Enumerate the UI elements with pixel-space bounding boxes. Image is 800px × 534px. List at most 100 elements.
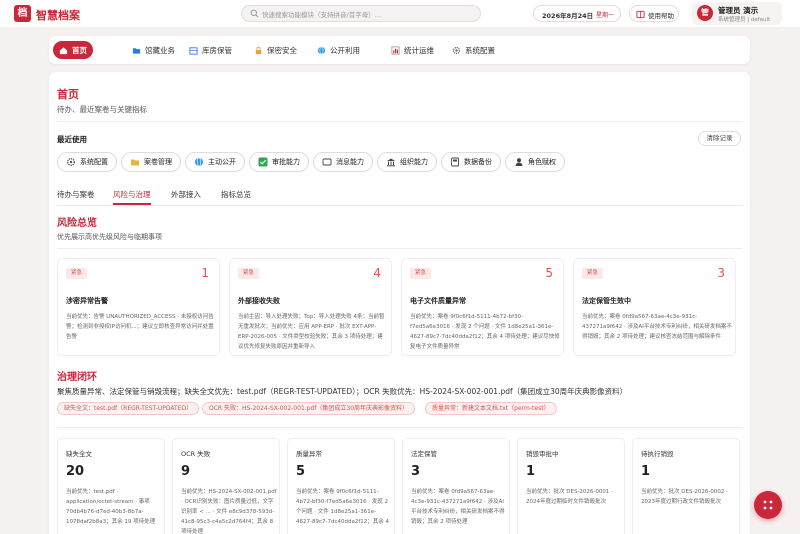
user-role: 系统管理员 | default [718,17,771,23]
page-subtitle: 待办、最近案卷与关键指标 [57,105,147,114]
shortcut-label: 案卷管理 [144,158,172,166]
tab-metrics[interactable]: 指标总览 [221,189,251,200]
shortcut-label: 主动公开 [208,158,236,166]
divider [57,121,742,122]
nav-item-warehouse[interactable]: 库房保管 [183,41,238,59]
nav-label: 保密安全 [267,45,297,55]
clear-history-button[interactable]: 清除记录 [698,131,741,146]
stat-desc: 当前优先：批次 DES-2026-0002 · 2023年度过期行政文件销毁批次 [641,489,728,505]
risk-subtitle: 优先展示高优先级风险与临期事项 [57,233,162,241]
shortcut-message[interactable]: 消息能力 [313,152,373,172]
nav-label: 统计运维 [404,45,434,55]
main-nav: 首页 馆藏业务 库房保管 保密安全 公开利用 统计运维 系统配置 [49,36,750,64]
risk-card-title: 电子文件质量异常 [410,297,466,305]
warehouse-icon [189,46,198,55]
stat-value: 20 [66,464,85,479]
backup-icon [451,157,459,167]
gear-icon [67,158,75,166]
chart-icon [391,46,400,54]
issue-tag[interactable]: 缺失全文：test.pdf（REGR-TEST-UPDATED） [57,402,200,415]
shortcut-org[interactable]: 组织能力 [377,152,437,172]
logo-icon: 档 [14,5,31,22]
risk-card[interactable]: 紧急 4 外部接收失败 当前主因：导入处理失败；Top：导入处理失败 4条；当前… [229,258,392,356]
shortcut-label: 角色赋权 [528,158,556,166]
stat-card[interactable]: 待执行销毁 1 当前优先：批次 DES-2026-0002 · 2023年度过期… [632,438,740,534]
risk-count: 3 [717,266,725,280]
stat-card[interactable]: 缺失全文 20 当前优先：test.pdf · application/octe… [57,438,165,534]
nav-item-stats[interactable]: 统计运维 [385,41,440,59]
shortcut-public[interactable]: 主动公开 [185,152,245,172]
stat-value: 5 [296,464,306,479]
tab-todo[interactable]: 待办与案卷 [57,189,95,200]
shortcut-file-mgmt[interactable]: 案卷管理 [121,152,181,172]
shortcut-approval[interactable]: 审批能力 [249,152,309,172]
stat-card[interactable]: 法定保管 3 当前优先：案卷 0fd9a567-63ae-4c3e-931c-4… [402,438,510,534]
stat-desc: 当前优先：HS-2024-SX-002-001.pdf · OCR识别失败：图片… [181,489,277,534]
stat-desc: 当前优先：批次 DES-2026-0001 · 2024年度过期临时文件销毁批次 [526,489,613,505]
divider [57,205,742,206]
divider [57,248,742,249]
nav-item-security[interactable]: 保密安全 [248,41,303,59]
help-label: 使用帮助 [648,12,674,20]
stat-desc: 当前优先：案卷 9f0c6f1d-5111-4b72-bf30-f7ed5a6e… [296,489,390,525]
date-display: 2026年8月24日 星期一 [533,5,621,22]
nav-item-settings[interactable]: 系统配置 [446,41,501,59]
shortcut-label: 组织能力 [400,158,428,166]
help-button[interactable]: 使用帮助 [629,5,679,22]
risk-card-desc: 当前主因：导入处理失败；Top：导入处理失败 4条；当前暂无重发批次；当前优先：… [238,314,385,350]
shortcut-backup[interactable]: 数据备份 [441,152,501,172]
stat-card[interactable]: OCR 失败 9 当前优先：HS-2024-SX-002-001.pdf · O… [172,438,280,534]
risk-card-title: 法定保管生效中 [582,297,631,305]
tab-risk[interactable]: 风险与治理 [113,189,151,200]
stat-desc: 当前优先：test.pdf · application/octet-stream… [66,489,156,525]
tab-external[interactable]: 外部接入 [171,189,201,200]
risk-card-desc: 当前优先：告警 UNAUTHORIZED_ACCESS · 未授权访问告警；检测… [66,314,214,340]
gear-icon [452,46,461,54]
shortcut-system-config[interactable]: 系统配置 [57,152,117,172]
user-menu[interactable]: 管 管理员 演示 系统管理员 | default [692,2,782,25]
stat-value: 9 [181,464,191,479]
shortcut-label: 数据备份 [464,158,492,166]
risk-card[interactable]: 紧急 1 涉密异常告警 当前优先：告警 UNAUTHORIZED_ACCESS … [57,258,220,356]
nav-label: 库房保管 [202,45,232,55]
governance-title: 治理闭环 [57,372,97,383]
stat-label: 法定保管 [411,450,437,458]
urgent-badge: 紧急 [410,268,432,279]
issue-tag[interactable]: 质量异常：新建文本文档.txt（perm-test） [425,402,557,415]
stat-label: OCR 失败 [181,450,211,458]
apps-menu-button[interactable] [754,491,782,519]
nav-label: 公开利用 [330,45,360,55]
nav-label: 馆藏业务 [145,45,175,55]
risk-card[interactable]: 紧急 3 法定保管生效中 当前优先：案卷 0fd9a567-63ae-4c3e-… [573,258,736,356]
stat-card[interactable]: 销毁审批中 1 当前优先：批次 DES-2026-0001 · 2024年度过期… [517,438,625,534]
risk-card[interactable]: 紧急 5 电子文件质量异常 当前优先：案卷 9f0c6f1d-5111-4b72… [401,258,564,356]
stat-value: 1 [641,464,651,479]
stat-value: 1 [526,464,536,479]
stat-label: 销毁审批中 [526,450,559,458]
search-icon [250,9,259,18]
shortcut-role[interactable]: 角色赋权 [505,152,565,172]
nav-item-collection[interactable]: 馆藏业务 [126,41,181,59]
issue-tag[interactable]: OCR 失败：HS-2024-SX-002-001.pdf（集团成立30周年庆典… [202,402,416,415]
stat-value: 3 [411,464,421,479]
stat-card[interactable]: 质量异常 5 当前优先：案卷 9f0c6f1d-5111-4b72-bf30-f… [287,438,395,534]
risk-count: 4 [373,266,381,280]
avatar: 管 [697,5,713,21]
user-role-icon [515,158,523,166]
top-bar: 档 智慧档案 快速搜索功能模块（支持拼音/首字母）... 2026年8月24日 … [0,0,800,28]
weekday-text: 星期一 [596,12,615,19]
recent-label: 最近使用 [57,135,87,144]
check-icon [258,157,268,167]
main-panel: 首页 待办、最近案卷与关键指标 最近使用 清除记录 系统配置 案卷管理 主动公开… [49,72,750,534]
risk-title: 风险总览 [57,218,97,229]
nav-item-home[interactable]: 首页 [53,41,93,59]
risk-count: 5 [545,266,553,280]
shortcut-label: 系统配置 [80,158,108,166]
home-icon [59,46,68,54]
nav-item-public[interactable]: 公开利用 [311,41,366,59]
search-input[interactable]: 快速搜索功能模块（支持拼音/首字母）... [241,5,481,22]
folder-icon [132,47,141,54]
urgent-badge: 紧急 [66,268,88,279]
page-title: 首页 [57,88,79,101]
shortcut-label: 审批能力 [272,158,300,166]
